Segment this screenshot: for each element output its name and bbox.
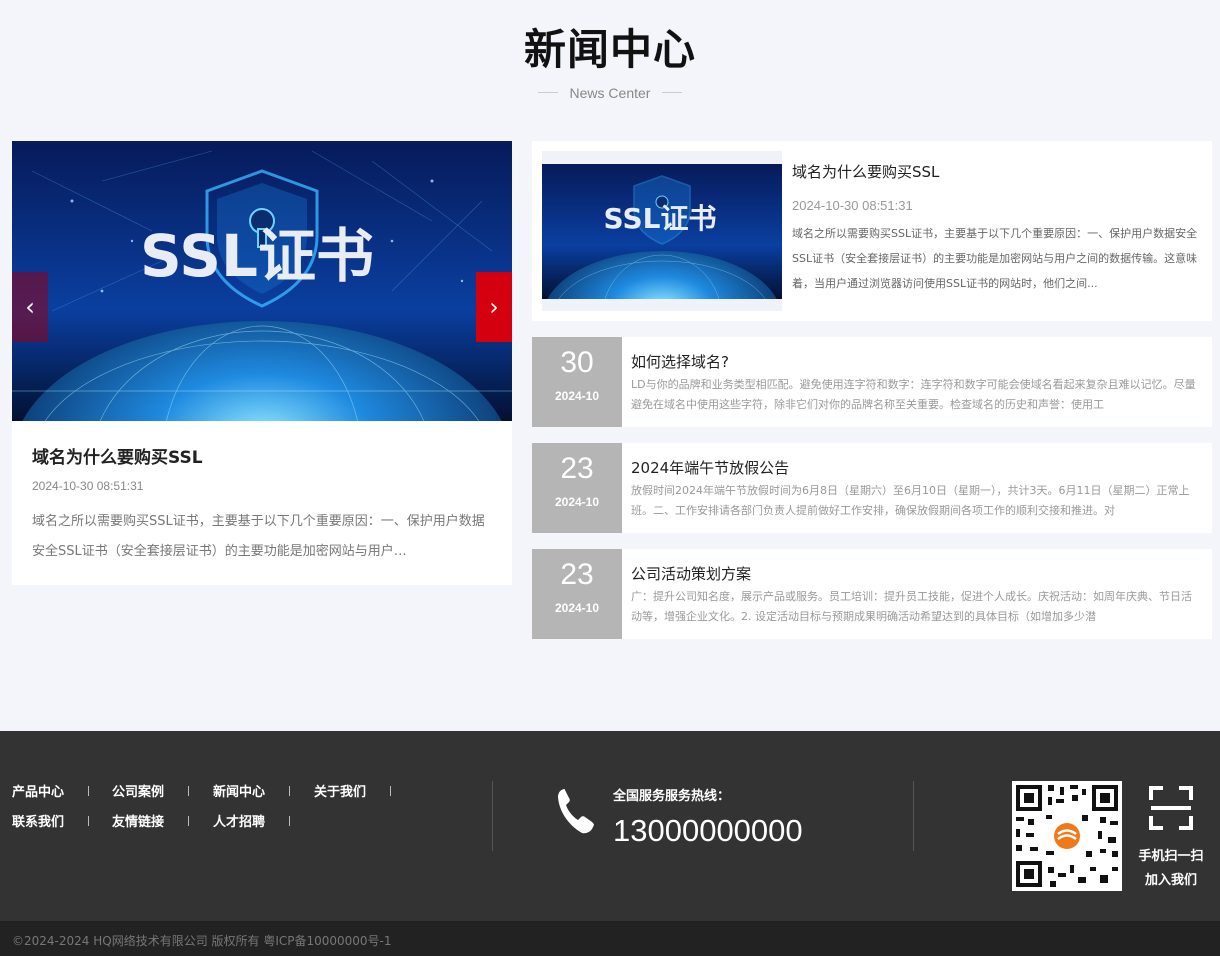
subtitle-text: News Center (569, 84, 651, 101)
nav-separator (188, 786, 189, 796)
date-day: 23 (560, 452, 594, 485)
top-news-card[interactable]: SSL证书 域名为什么要购买SSL 2024-10-30 08:51:31 域名… (532, 141, 1212, 321)
nav-separator (289, 816, 290, 826)
banner-text: SSL证书 (140, 222, 374, 290)
date-year-month: 2024-10 (554, 389, 600, 403)
date-box: 30 2024-10 (532, 337, 622, 427)
featured-news-card[interactable]: SSL证书 ‹ › 域名为什么要购买SSL 2024-10-30 08:51:3… (12, 141, 512, 585)
featured-news-desc: 域名之所以需要购买SSL证书，主要基于以下几个重要原因：一、保护用户数据安全SS… (32, 514, 485, 559)
footer-link-products[interactable]: 产品中心 (12, 781, 64, 800)
featured-news-date: 2024-10-30 08:51:31 (32, 479, 144, 493)
date-year-month: 2024-10 (554, 601, 600, 615)
news-list-item[interactable]: 23 2024-10 公司活动策划方案 广：提升公司知名度，展示产品或服务。员工… (532, 549, 1212, 639)
carousel-prev-button[interactable]: ‹ (12, 272, 48, 342)
date-day: 23 (560, 558, 594, 591)
subtitle-divider-right (662, 92, 683, 93)
carousel-next-button[interactable]: › (476, 272, 512, 342)
news-title[interactable]: 如何选择域名? (631, 351, 729, 372)
footer-link-about[interactable]: 关于我们 (314, 781, 366, 800)
scan-line-2: 加入我们 (1144, 873, 1197, 888)
nav-separator (289, 786, 290, 796)
news-list-item[interactable]: 30 2024-10 如何选择域名? LD与你的品牌和业务类型相匹配。避免使用连… (532, 337, 1212, 427)
hotline-label: 全国服务服务热线： (613, 789, 731, 804)
top-news-title[interactable]: 域名为什么要购买SSL (792, 161, 939, 182)
chevron-left-icon: ‹ (25, 293, 35, 321)
qr-code (1012, 781, 1122, 891)
top-news-thumbnail[interactable]: SSL证书 (542, 151, 782, 311)
phone-icon (558, 789, 594, 834)
page-title: 新闻中心 (523, 25, 696, 74)
footer-link-cases[interactable]: 公司案例 (112, 781, 164, 800)
nav-separator (88, 816, 89, 826)
top-news-date: 2024-10-30 08:51:31 (792, 198, 913, 213)
news-desc: 广：提升公司知名度，展示产品或服务。员工培训：提升员工技能，促进个人成长。庆祝活… (631, 590, 1192, 623)
footer-link-contact[interactable]: 联系我们 (12, 811, 64, 830)
date-day: 30 (560, 346, 594, 379)
page-subtitle: News Center (537, 84, 683, 101)
nav-separator (188, 816, 189, 826)
scan-icon (1149, 786, 1193, 830)
footer-link-friends[interactable]: 友情链接 (112, 811, 164, 830)
news-list-item[interactable]: 23 2024-10 2024年端午节放假公告 放假时间2024年端午节放假时间… (532, 443, 1212, 533)
nav-separator (88, 786, 89, 796)
news-title[interactable]: 公司活动策划方案 (631, 563, 751, 584)
news-title[interactable]: 2024年端午节放假公告 (631, 457, 789, 478)
site-footer: 产品中心 公司案例 新闻中心 关于我们 联系我们 友情链接 人才招聘 全国服务服… (0, 731, 1220, 921)
thumbnail-text: SSL证书 (604, 202, 717, 235)
hotline-number[interactable]: 13000000000 (613, 813, 803, 849)
section-header: 新闻中心 News Center (0, 22, 1220, 101)
date-box: 23 2024-10 (532, 443, 622, 533)
chevron-right-icon: › (489, 293, 499, 321)
date-box: 23 2024-10 (532, 549, 622, 639)
scan-caption: 手机扫一扫 加入我们 (1134, 845, 1208, 893)
nav-separator (390, 786, 391, 796)
scan-line-1: 手机扫一扫 (1138, 849, 1204, 864)
featured-banner-image[interactable]: SSL证书 ‹ › (12, 141, 512, 421)
footer-link-jobs[interactable]: 人才招聘 (213, 811, 265, 830)
footer-divider (913, 781, 914, 851)
featured-news-title[interactable]: 域名为什么要购买SSL (32, 443, 203, 468)
subtitle-divider-left (537, 92, 558, 93)
news-desc: 放假时间2024年端午节放假时间为6月8日（星期六）至6月10日（星期一），共计… (631, 484, 1190, 517)
copyright-bar: ©2024-2024 HQ网络技术有限公司 版权所有 粤ICP备10000000… (0, 921, 1220, 956)
footer-link-news[interactable]: 新闻中心 (213, 781, 265, 800)
footer-divider (492, 781, 493, 851)
date-year-month: 2024-10 (554, 495, 600, 509)
top-news-desc: 域名之所以需要购买SSL证书，主要基于以下几个重要原因：一、保护用户数据安全SS… (792, 227, 1198, 290)
news-desc: LD与你的品牌和业务类型相匹配。避免使用连字符和数字：连字符和数字可能会使域名看… (631, 378, 1196, 411)
